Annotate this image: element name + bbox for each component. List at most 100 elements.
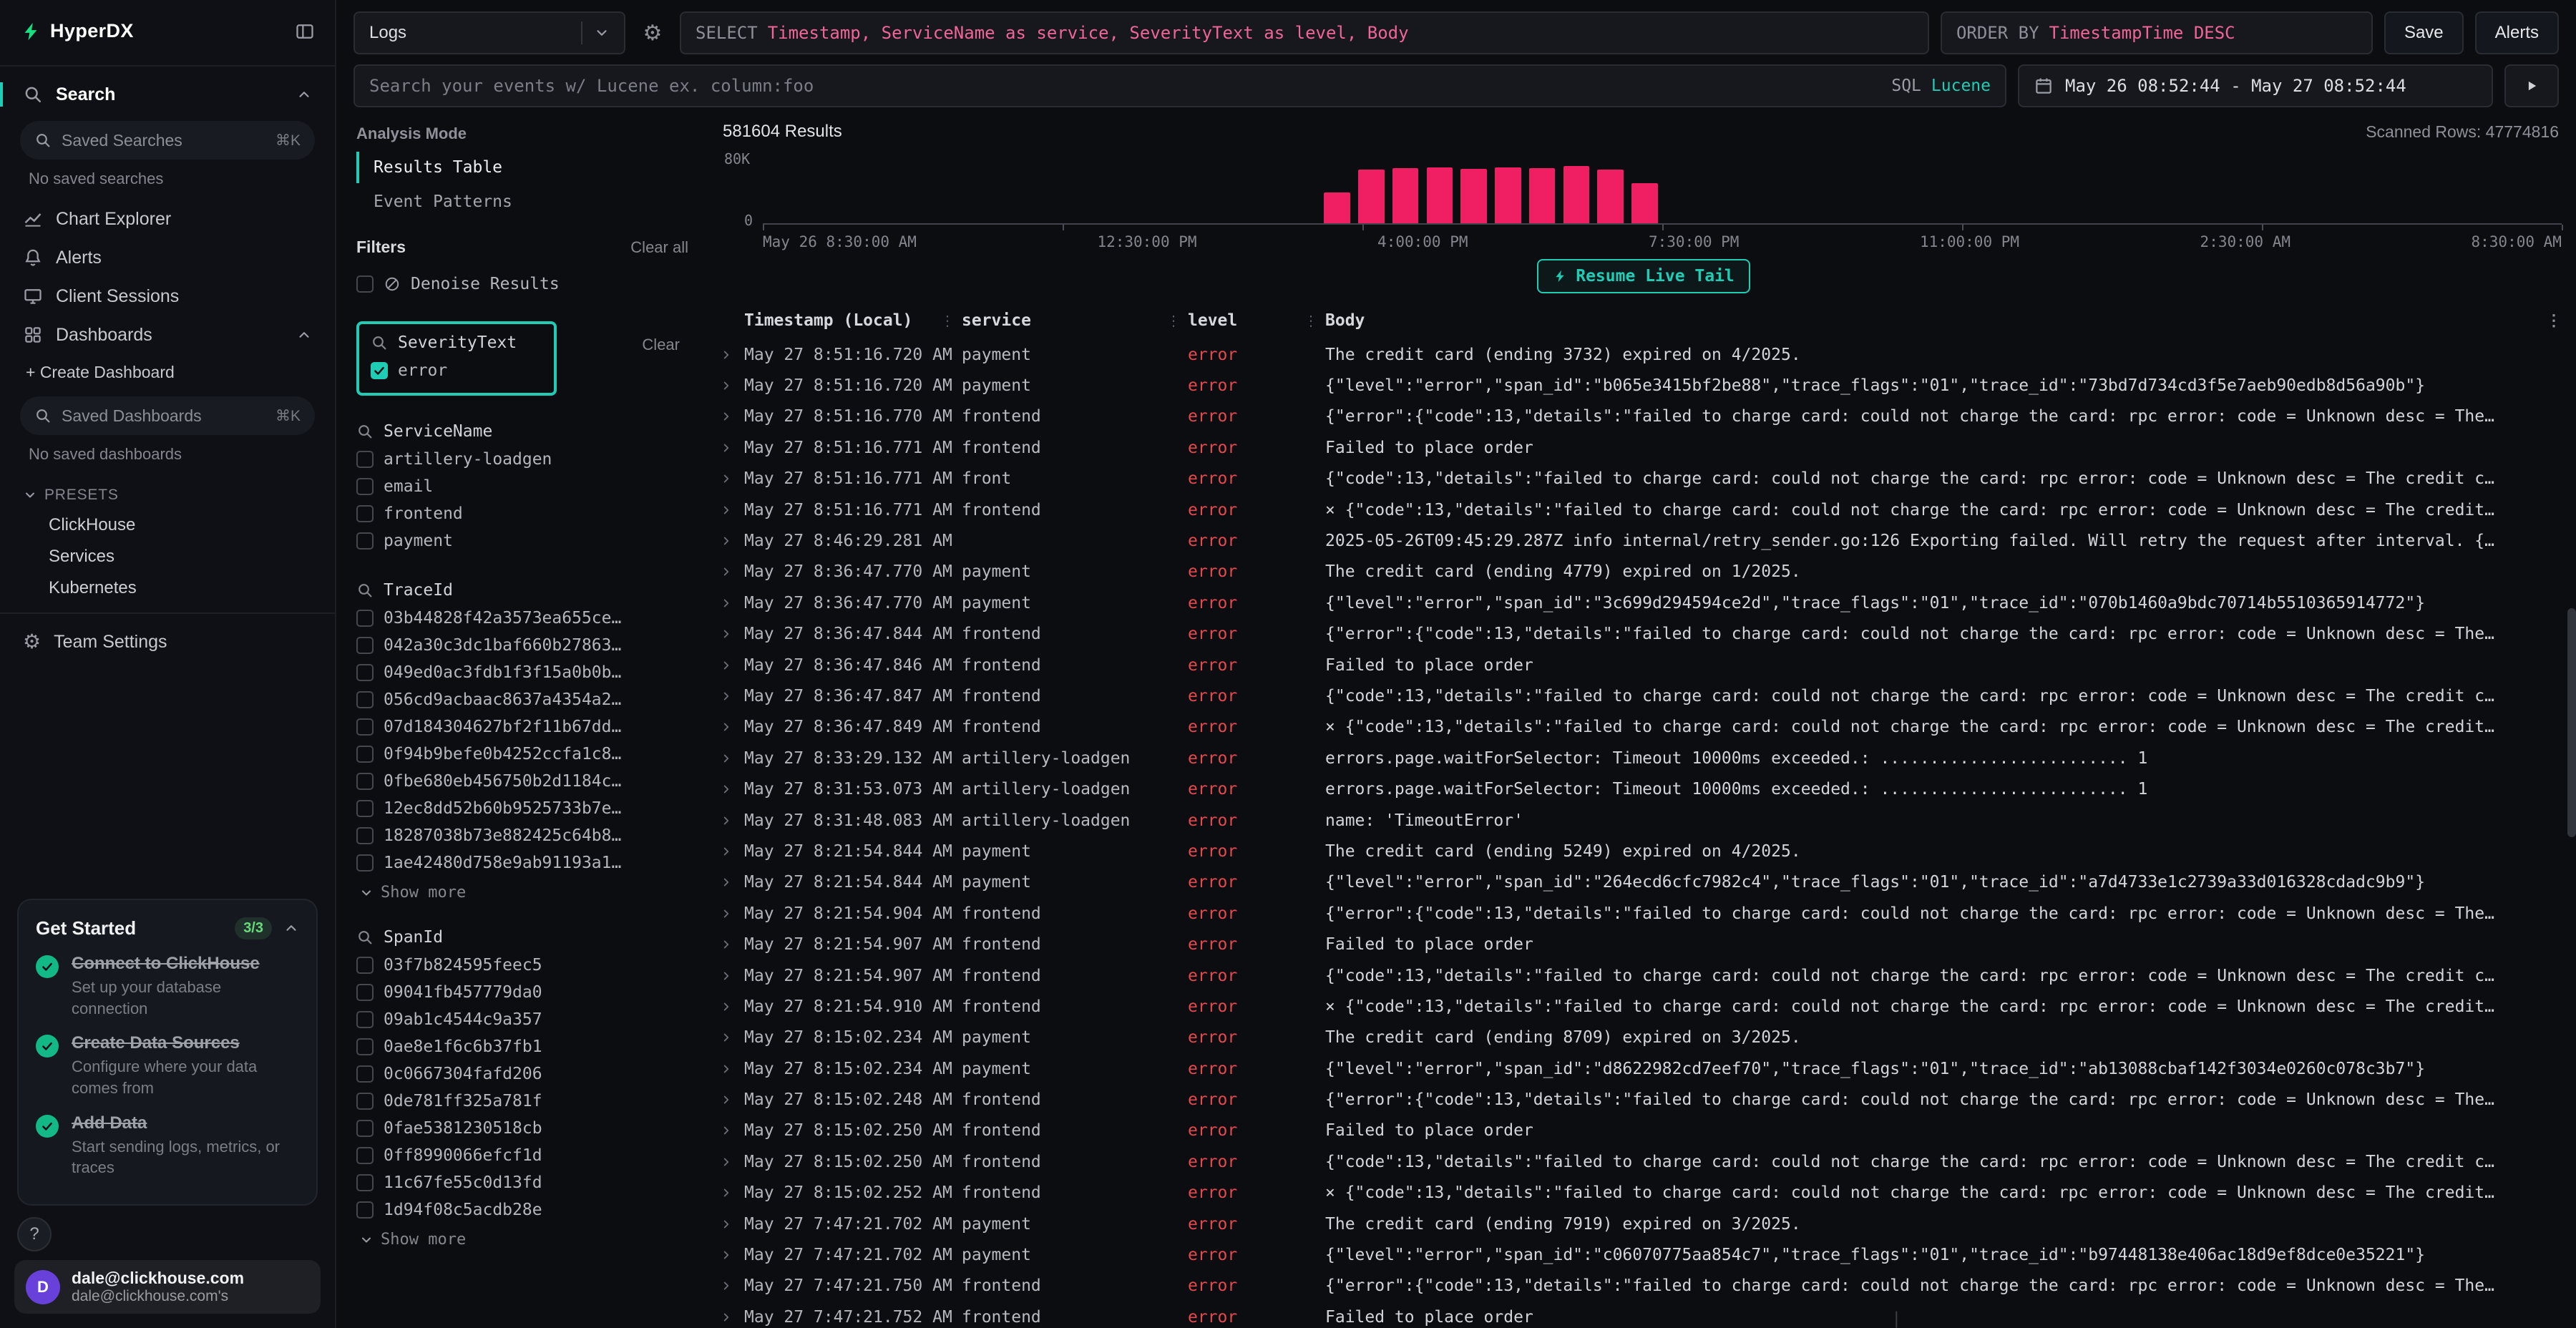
checkbox[interactable] bbox=[356, 1011, 374, 1028]
sidebar-item-kubernetes[interactable]: Kubernetes bbox=[14, 572, 321, 604]
table-row[interactable]: May 27 8:21:54.904 AMfrontenderror{"erro… bbox=[720, 898, 2567, 929]
row-expand-icon[interactable] bbox=[720, 845, 744, 858]
row-expand-icon[interactable] bbox=[720, 752, 744, 765]
checkbox[interactable] bbox=[356, 746, 374, 763]
table-row[interactable]: May 27 8:36:47.849 AMfrontenderror× {"co… bbox=[720, 712, 2567, 743]
row-expand-icon[interactable] bbox=[720, 721, 744, 733]
lucene-toggle[interactable]: Lucene bbox=[1931, 77, 1991, 95]
histogram-chart[interactable]: 80K 0 May 26 8:30:00 AM12:30:00 PM4:00:0… bbox=[720, 150, 2565, 250]
table-row[interactable]: May 27 8:51:16.771 AMfrontenderrorFailed… bbox=[720, 432, 2567, 463]
table-row[interactable]: May 27 8:15:02.250 AMfrontenderror{"code… bbox=[720, 1146, 2567, 1177]
row-expand-icon[interactable] bbox=[720, 597, 744, 610]
source-settings-gear-icon[interactable]: ⚙ bbox=[637, 21, 668, 46]
search-input[interactable] bbox=[369, 76, 1880, 96]
select-query-input[interactable]: SELECT Timestamp, ServiceName as service… bbox=[680, 11, 1929, 54]
checkbox[interactable] bbox=[356, 827, 374, 844]
row-expand-icon[interactable] bbox=[720, 628, 744, 640]
filter-option[interactable]: 1ae42480d758e9ab91193a1… bbox=[356, 849, 688, 877]
row-expand-icon[interactable] bbox=[720, 1156, 744, 1168]
column-separator-icon[interactable]: ⋮ bbox=[940, 312, 955, 329]
lucene-search-box[interactable]: SQL | Lucene bbox=[353, 64, 2006, 107]
checkbox[interactable] bbox=[356, 1093, 374, 1110]
row-expand-icon[interactable] bbox=[720, 472, 744, 485]
filter-option[interactable]: 0ae8e1f6c6b37fb1 bbox=[356, 1033, 688, 1060]
create-dashboard-button[interactable]: + Create Dashboard bbox=[14, 354, 321, 389]
get-started-header[interactable]: Get Started 3/3 bbox=[36, 917, 299, 939]
row-expand-icon[interactable] bbox=[720, 441, 744, 454]
table-row[interactable]: May 27 8:36:47.846 AMfrontenderrorFailed… bbox=[720, 650, 2567, 680]
filter-option[interactable]: 09ab1c4544c9a357 bbox=[356, 1006, 688, 1033]
row-expand-icon[interactable] bbox=[720, 907, 744, 920]
row-expand-icon[interactable] bbox=[720, 348, 744, 361]
table-row[interactable]: May 27 8:15:02.250 AMfrontenderrorFailed… bbox=[720, 1115, 2567, 1146]
resume-live-tail-button[interactable]: Resume Live Tail bbox=[1537, 259, 1750, 293]
saved-dashboards-input[interactable]: Saved Dashboards ⌘K bbox=[20, 396, 315, 435]
table-row[interactable]: May 27 8:46:29.281 AMerror2025-05-26T09:… bbox=[720, 525, 2567, 556]
row-expand-icon[interactable] bbox=[720, 410, 744, 423]
checkbox[interactable] bbox=[356, 773, 374, 790]
sidebar-item-dashboards[interactable]: Dashboards bbox=[14, 316, 321, 354]
table-row[interactable]: May 27 8:21:54.910 AMfrontenderror× {"co… bbox=[720, 991, 2567, 1022]
row-expand-icon[interactable] bbox=[720, 1063, 744, 1075]
table-row[interactable]: May 27 8:36:47.847 AMfrontenderror{"code… bbox=[720, 680, 2567, 711]
alerts-button[interactable]: Alerts bbox=[2475, 11, 2559, 54]
column-separator-icon[interactable]: ⋮ bbox=[1166, 312, 1181, 329]
sidebar-item-search[interactable]: Search bbox=[14, 75, 321, 114]
source-select[interactable]: Logs bbox=[353, 11, 625, 54]
user-menu[interactable]: D dale@clickhouse.com dale@clickhouse.co… bbox=[14, 1260, 321, 1314]
checkbox[interactable] bbox=[356, 610, 374, 627]
table-row[interactable]: May 27 8:36:47.770 AMpaymenterror{"level… bbox=[720, 587, 2567, 618]
row-expand-icon[interactable] bbox=[720, 1218, 744, 1231]
checkbox[interactable] bbox=[356, 664, 374, 681]
checkbox[interactable] bbox=[356, 691, 374, 708]
table-row[interactable]: May 27 8:15:02.248 AMfrontenderror{"erro… bbox=[720, 1084, 2567, 1115]
row-expand-icon[interactable] bbox=[720, 1000, 744, 1013]
table-row[interactable]: May 27 8:21:54.844 AMpaymenterrorThe cre… bbox=[720, 836, 2567, 866]
get-started-item[interactable]: Add DataStart sending logs, metrics, or … bbox=[36, 1113, 299, 1178]
table-row[interactable]: May 27 8:51:16.720 AMpaymenterrorThe cre… bbox=[720, 339, 2567, 370]
checkbox[interactable] bbox=[356, 1120, 374, 1137]
order-by-input[interactable]: ORDER BY TimestampTime DESC bbox=[1941, 11, 2373, 54]
row-expand-icon[interactable] bbox=[720, 783, 744, 796]
filter-option[interactable]: artillery-loadgen bbox=[356, 446, 688, 473]
show-more-button[interactable]: Show more bbox=[359, 1231, 688, 1249]
sidebar-collapse-icon[interactable] bbox=[295, 21, 315, 42]
analysis-mode-event-patterns[interactable]: Event Patterns bbox=[356, 186, 688, 218]
checkbox[interactable] bbox=[356, 1147, 374, 1164]
row-expand-icon[interactable] bbox=[720, 504, 744, 517]
row-expand-icon[interactable] bbox=[720, 970, 744, 982]
table-row[interactable]: May 27 8:51:16.720 AMpaymenterror{"level… bbox=[720, 370, 2567, 401]
checkbox[interactable] bbox=[356, 854, 374, 872]
sql-toggle[interactable]: SQL bbox=[1891, 77, 1921, 95]
table-row[interactable]: May 27 8:31:53.073 AMartillery-loadgener… bbox=[720, 773, 2567, 804]
sidebar-item-services[interactable]: Services bbox=[14, 541, 321, 572]
filter-option[interactable]: 0c0667304fafd206 bbox=[356, 1060, 688, 1088]
denoise-toggle[interactable]: Denoise Results bbox=[356, 268, 688, 300]
sidebar-item-team-settings[interactable]: ⚙ Team Settings bbox=[14, 622, 321, 661]
clear-all-button[interactable]: Clear all bbox=[630, 238, 688, 257]
table-row[interactable]: May 27 8:31:48.083 AMartillery-loadgener… bbox=[720, 805, 2567, 836]
filter-option[interactable]: frontend bbox=[356, 500, 688, 527]
show-more-button[interactable]: Show more bbox=[359, 884, 688, 902]
filter-option[interactable]: payment bbox=[356, 527, 688, 555]
checkbox[interactable] bbox=[356, 478, 374, 495]
filter-option[interactable]: email bbox=[356, 473, 688, 500]
row-expand-icon[interactable] bbox=[720, 1124, 744, 1137]
table-row[interactable]: May 27 8:21:54.907 AMfrontenderrorFailed… bbox=[720, 929, 2567, 960]
row-expand-icon[interactable] bbox=[720, 690, 744, 703]
table-row[interactable]: May 27 8:15:02.234 AMpaymenterror{"level… bbox=[720, 1053, 2567, 1084]
table-row[interactable]: May 27 8:36:47.770 AMpaymenterrorThe cre… bbox=[720, 557, 2567, 587]
row-expand-icon[interactable] bbox=[720, 1311, 744, 1324]
filter-option[interactable]: 0ff8990066efcf1d bbox=[356, 1142, 688, 1169]
checkbox[interactable] bbox=[356, 275, 374, 293]
table-row[interactable]: May 27 7:47:21.750 AMfrontenderror{"erro… bbox=[720, 1271, 2567, 1302]
column-settings-icon[interactable]: ⋮ bbox=[2540, 312, 2567, 330]
table-row[interactable]: May 27 7:47:21.702 AMpaymenterror{"level… bbox=[720, 1239, 2567, 1270]
row-expand-icon[interactable] bbox=[720, 814, 744, 827]
checkbox[interactable] bbox=[356, 637, 374, 654]
table-row[interactable]: May 27 8:33:29.132 AMartillery-loadgener… bbox=[720, 743, 2567, 773]
filter-option[interactable]: 03f7b824595feec5 bbox=[356, 952, 688, 979]
table-row[interactable]: May 27 7:47:21.702 AMpaymenterrorThe cre… bbox=[720, 1209, 2567, 1239]
hyperdx-logo[interactable]: HyperDX bbox=[20, 20, 134, 42]
checkbox[interactable] bbox=[356, 1201, 374, 1219]
